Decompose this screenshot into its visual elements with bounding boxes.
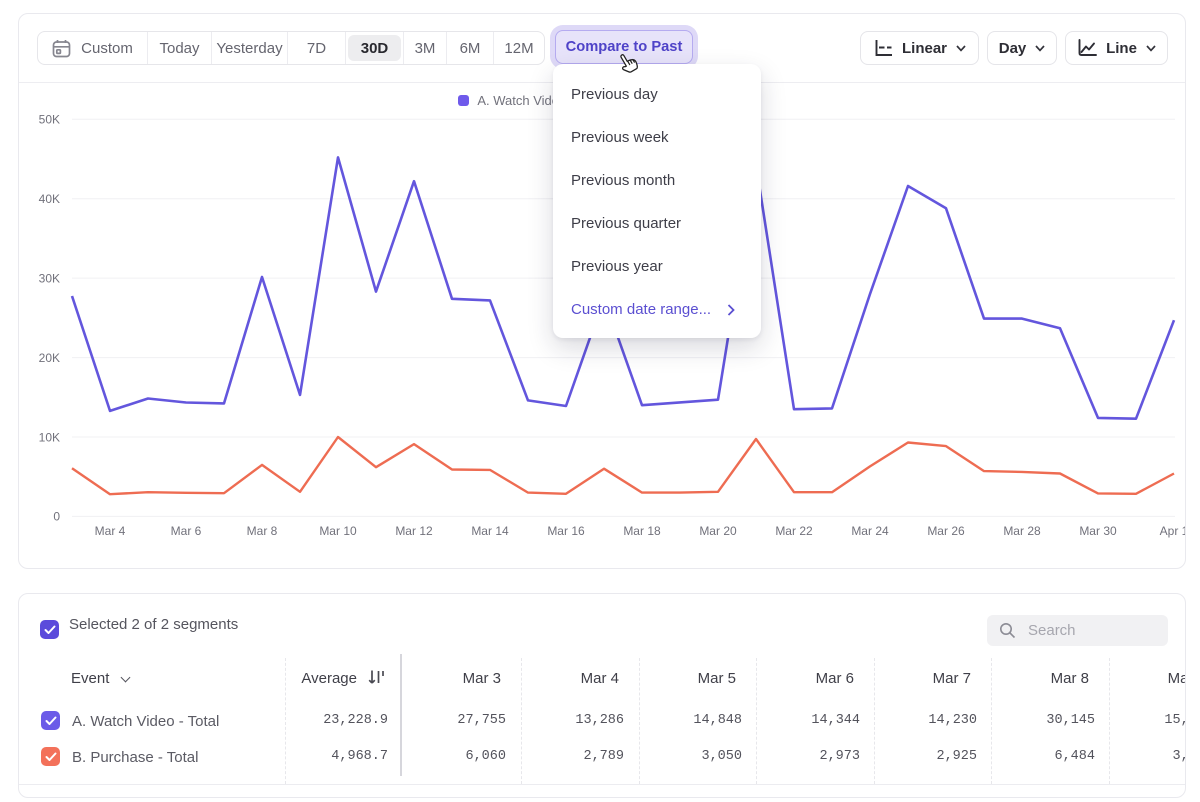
svg-text:Mar 18: Mar 18 [623,524,661,538]
svg-text:Mar 16: Mar 16 [547,524,585,538]
svg-text:Mar 4: Mar 4 [95,524,126,538]
svg-text:Mar 6: Mar 6 [171,524,202,538]
svg-text:40K: 40K [39,192,60,206]
svg-text:0: 0 [53,510,60,524]
svg-text:Mar 8: Mar 8 [247,524,278,538]
svg-text:50K: 50K [39,113,60,127]
svg-text:Mar 26: Mar 26 [927,524,965,538]
svg-text:10K: 10K [39,431,60,445]
svg-text:Mar 14: Mar 14 [471,524,509,538]
svg-text:20K: 20K [39,351,60,365]
svg-text:Apr 1: Apr 1 [1160,524,1186,538]
svg-text:Mar 28: Mar 28 [1003,524,1041,538]
svg-text:Mar 24: Mar 24 [851,524,889,538]
svg-text:Mar 12: Mar 12 [395,524,433,538]
svg-text:Mar 10: Mar 10 [319,524,357,538]
svg-text:Mar 20: Mar 20 [699,524,737,538]
svg-text:Mar 22: Mar 22 [775,524,813,538]
svg-text:Mar 30: Mar 30 [1079,524,1117,538]
svg-text:30K: 30K [39,272,60,286]
